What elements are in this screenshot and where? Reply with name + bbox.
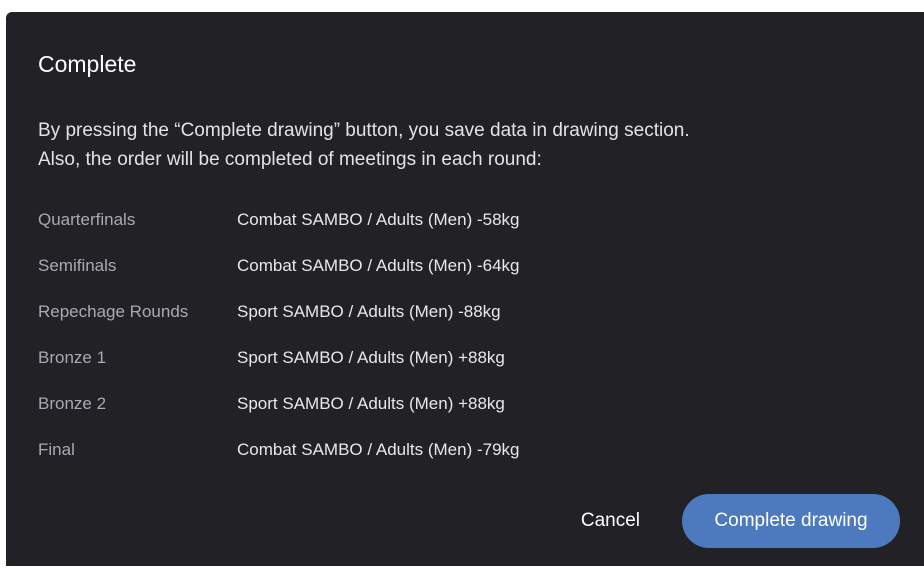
dialog-description: By pressing the “Complete drawing” butto… [38,116,898,174]
round-name: Bronze 2 [38,394,107,413]
round-value: Combat SAMBO / Adults (Men) -79kg [237,440,520,459]
round-value: Combat SAMBO / Adults (Men) -64kg [237,256,520,275]
round-name: Quarterfinals [38,210,136,229]
description-line: By pressing the “Complete drawing” butto… [38,120,690,141]
round-row-bronze-1: Bronze 1 Sport SAMBO / Adults (Men) +88k… [38,342,738,388]
round-value: Combat SAMBO / Adults (Men) -58kg [237,210,520,229]
dialog-title: Complete [38,51,137,77]
round-name: Semifinals [38,256,117,275]
round-value: Sport SAMBO / Adults (Men) -88kg [237,302,501,321]
round-row-quarterfinals: Quarterfinals Combat SAMBO / Adults (Men… [38,204,738,250]
round-row-semifinals: Semifinals Combat SAMBO / Adults (Men) -… [38,250,738,296]
round-name: Bronze 1 [38,348,107,367]
round-value: Sport SAMBO / Adults (Men) +88kg [237,394,505,413]
complete-dialog: Complete By pressing the “Complete drawi… [6,12,924,566]
round-name: Final [38,440,75,459]
round-row-repechage: Repechage Rounds Sport SAMBO / Adults (M… [38,296,738,342]
complete-drawing-button[interactable]: Complete drawing [682,494,900,548]
cancel-button[interactable]: Cancel [569,494,652,548]
round-row-final: Final Combat SAMBO / Adults (Men) -79kg [38,434,738,480]
description-line: Also, the order will be completed of mee… [38,149,542,170]
round-value: Sport SAMBO / Adults (Men) +88kg [237,348,505,367]
round-row-bronze-2: Bronze 2 Sport SAMBO / Adults (Men) +88k… [38,388,738,434]
dialog-actions: Cancel Complete drawing [569,494,900,548]
rounds-list: Quarterfinals Combat SAMBO / Adults (Men… [38,204,738,480]
round-name: Repechage Rounds [38,302,189,321]
